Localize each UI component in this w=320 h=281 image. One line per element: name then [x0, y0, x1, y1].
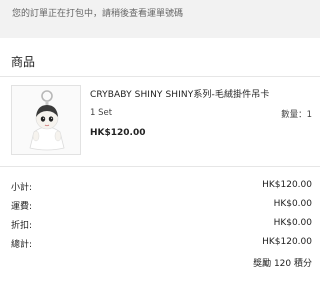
- discount-value: HK$0.00: [273, 218, 312, 228]
- order-status-notice: 您的訂單正在打包中，請稍後查看運單號碼: [0, 0, 320, 38]
- discount-row: 折扣: HK$0.00: [0, 218, 320, 234]
- divider: [0, 76, 320, 77]
- shipping-value: HK$0.00: [273, 199, 312, 209]
- divider: [0, 166, 320, 167]
- discount-label: 折扣:: [11, 221, 33, 231]
- subtotal-row: 小計: HK$120.00: [0, 180, 320, 196]
- section-title: 商品: [11, 55, 36, 69]
- shipping-row: 運費: HK$0.00: [0, 199, 320, 215]
- subtotal-value: HK$120.00: [262, 180, 312, 190]
- product-image[interactable]: [11, 85, 81, 155]
- order-items-card: 商品 CRYBABY SHINY SHINY系列-毛絨掛件吊卡 1 Set 數量: [0, 38, 320, 281]
- product-name[interactable]: CRYBABY SHINY SHINY系列-毛絨掛件吊卡: [90, 87, 269, 100]
- total-label: 總計:: [11, 240, 33, 250]
- subtotal-label: 小計:: [11, 183, 33, 193]
- crybaby-plush-keychain-icon: [29, 90, 65, 151]
- reward-points: 獎勵 120 積分: [253, 259, 312, 269]
- product-quantity: 數量：1: [281, 110, 312, 120]
- product-price: HK$120.00: [90, 128, 146, 138]
- shipping-label: 運費:: [11, 202, 33, 212]
- total-row: 總計: HK$120.00: [0, 237, 320, 253]
- total-value: HK$120.00: [262, 237, 312, 247]
- product-variant: 1 Set: [90, 108, 113, 118]
